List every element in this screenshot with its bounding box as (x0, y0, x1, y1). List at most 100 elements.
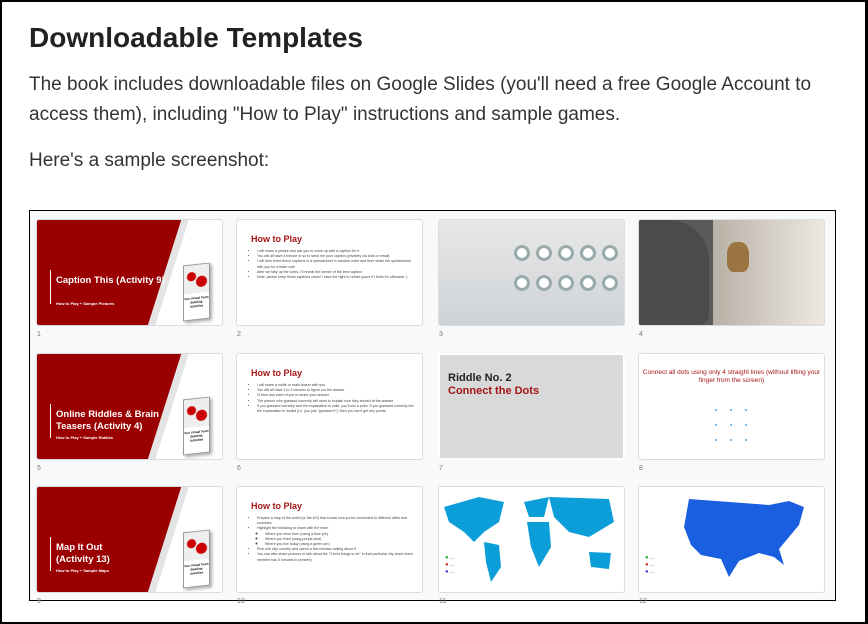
slide-thumbnail[interactable]: Caption This (Activity 9) How to Play + S… (36, 219, 223, 326)
bullet-text: You can also share pictures or talk abou… (257, 552, 413, 562)
map-legend-pin-icon: ● —— (645, 562, 655, 568)
bullet-text: If you guessed correctly and the explana… (257, 403, 414, 414)
dot (745, 439, 747, 441)
us-map-shape (684, 499, 804, 577)
divider (50, 404, 51, 438)
slide-title: How to Play (251, 234, 303, 244)
bullet-item: You can also share pictures or talk abou… (257, 552, 417, 562)
dot (715, 424, 717, 426)
slide-thumbnail[interactable]: Map It Out (Activity 13) How to Play + Sa… (36, 486, 223, 593)
book-title: Fun Virtual Team Building Activities (184, 561, 209, 576)
slide-number: 5 (37, 465, 41, 472)
bullet-text: Highlight the following to share with th… (257, 526, 329, 531)
window-light (713, 220, 824, 325)
washer (536, 275, 552, 291)
dot (745, 424, 747, 426)
washer (580, 245, 596, 261)
slide-thumbnail[interactable]: How to Play I will share a riddle or brai… (236, 353, 423, 460)
slide-number: 12 (639, 598, 647, 605)
washer (602, 245, 618, 261)
bullet-text: I'll then ask each of you to share your … (257, 393, 330, 398)
bullet-item: Note: please keep those captions clean! … (257, 275, 417, 280)
world-map[interactable]: ● —— ● —— ● —— (438, 486, 625, 593)
slide-thumbnail[interactable]: How to Play Prepare a map of the world (o… (236, 486, 423, 593)
slide-number: 6 (237, 465, 241, 472)
slide-number: 8 (639, 465, 643, 472)
washer (580, 275, 596, 291)
slide-number: 7 (439, 465, 443, 472)
washer (602, 275, 618, 291)
book-title: Fun Virtual Team Building Activities (184, 428, 209, 443)
slide-number: 2 (237, 331, 241, 338)
divider (50, 270, 51, 304)
slide-number: 1 (37, 331, 41, 338)
bullet-item: Prepare a map of the world (or the US) t… (257, 516, 417, 526)
slide-subtitle: How to Play + Sample Riddles (56, 435, 114, 440)
chair (639, 220, 709, 325)
bullet-text: You will all have 1 to 2 minutes to figu… (257, 388, 345, 393)
us-map[interactable]: ● —— ● —— ● —— (638, 486, 825, 593)
bullet-item: I will then enter those captions in a sp… (257, 259, 417, 269)
bullet-text: Prepare a map of the world (or the US) t… (257, 516, 408, 526)
slide-number: 3 (439, 331, 443, 338)
dot (715, 439, 717, 441)
sample-screenshot: Caption This (Activity 9) How to Play + S… (29, 210, 836, 605)
slide-subtitle: How to Play + Sample Maps (56, 568, 109, 573)
dog-on-chair-photo[interactable] (638, 219, 825, 326)
intro-text: The book includes downloadable files on … (29, 74, 812, 125)
map-legend-pin-icon: ● —— (645, 555, 655, 561)
slide-thumbnail[interactable]: Online Riddles & Brain Teasers (Activity… (36, 353, 223, 460)
map-legend-pin-icon: ● —— (445, 555, 455, 561)
bullet-text: You will all have a minute or so to send… (257, 254, 390, 259)
riddle-question: Connect all dots using only 4 straight l… (642, 369, 821, 384)
slide-title: How to Play (251, 368, 303, 378)
bullet-text: The person who guessed correctly will ne… (257, 398, 394, 403)
dot (730, 439, 732, 441)
book-cover-image: Fun Virtual Team Building Activities (183, 262, 210, 322)
washer (558, 275, 574, 291)
page: Downloadable Templates The book includes… (0, 0, 868, 624)
riddle-number: Riddle No. 2 (448, 372, 512, 384)
slide-title: Caption This (Activity 9) (56, 275, 165, 286)
washer (514, 245, 530, 261)
map-legend-pin-icon: ● —— (445, 569, 455, 575)
bullet-text: I will share a riddle or brain teaser wi… (257, 383, 326, 387)
slide-thumbnail[interactable]: How to Play I will share a picture and as… (236, 219, 423, 326)
dog (727, 242, 749, 272)
bullet-text: Pick one city/ country and spend a few m… (257, 547, 357, 552)
dot (730, 409, 732, 411)
book-cover-image: Fun Virtual Team Building Activities (183, 396, 210, 456)
washer (558, 245, 574, 261)
sample-label: Here's a sample screenshot: (29, 150, 270, 171)
slide-subtitle: How to Play + Sample Pictures (56, 301, 115, 306)
laundromat-photo[interactable] (438, 219, 625, 326)
washer (536, 245, 552, 261)
washer (514, 275, 530, 291)
bullet-list: Prepare a map of the world (or the US) t… (257, 516, 417, 563)
riddle-title: Connect the Dots (448, 385, 540, 397)
bullet-item: If you guessed correctly and the explana… (257, 404, 417, 414)
slide-number: 11 (439, 598, 447, 605)
bullet-item: Highlight the following to share with th… (257, 526, 417, 547)
bullet-list: I will share a picture and ask you to co… (257, 249, 417, 280)
map-legend-pin-icon: ● —— (645, 569, 655, 575)
slide-number: 9 (37, 598, 41, 605)
slide-thumbnail[interactable]: Riddle No. 2 Connect the Dots (438, 353, 625, 460)
dot (715, 409, 717, 411)
dot (730, 424, 732, 426)
sub-bullet-list: Where you were born (using a blue pin)Wh… (257, 532, 417, 548)
book-cover-image: Fun Virtual Team Building Activities (183, 529, 210, 589)
bullet-text: Note: please keep those captions clean! … (257, 275, 408, 280)
bullet-text: After we tally up the votes, I'll reveal… (257, 269, 363, 274)
slide-title: Map It Out (Activity 13) (56, 542, 110, 565)
slide-number: 4 (639, 331, 643, 338)
page-title: Downloadable Templates (29, 22, 363, 53)
slide-title: Online Riddles & Brain Teasers (Activity… (56, 409, 159, 432)
world-map-shape (444, 497, 614, 582)
slide-thumbnail[interactable]: Connect all dots using only 4 straight l… (638, 353, 825, 460)
dot (745, 409, 747, 411)
slide-number: 10 (237, 598, 245, 605)
book-title: Fun Virtual Team Building Activities (184, 294, 209, 309)
bullet-list: I will share a riddle or brain teaser wi… (257, 383, 417, 414)
bullet-text: I will share a picture and ask you to co… (257, 249, 359, 253)
